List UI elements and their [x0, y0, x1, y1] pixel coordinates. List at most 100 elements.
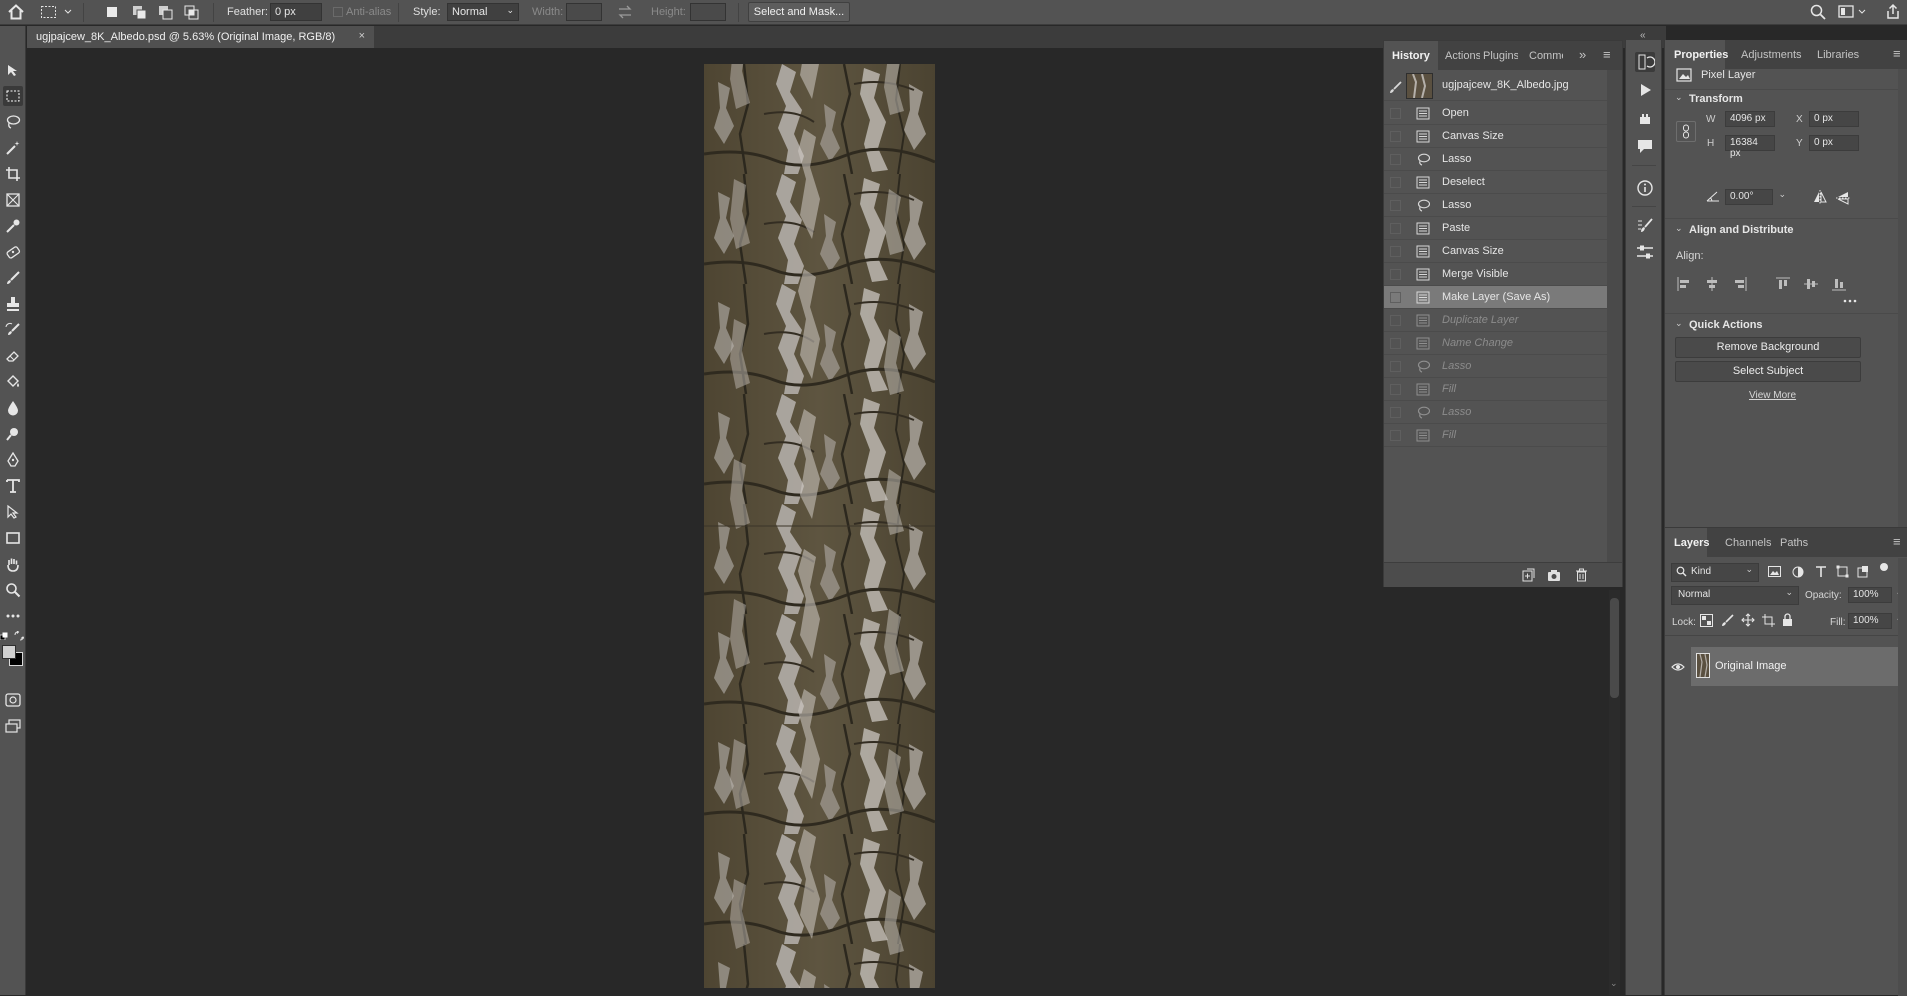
history-step[interactable]: Name Change	[1384, 332, 1608, 355]
workspace-icon[interactable]	[1838, 5, 1868, 19]
chevron-down-icon[interactable]: ⌄	[1675, 318, 1683, 329]
lock-all-icon[interactable]	[1782, 613, 1793, 626]
quick-actions-title[interactable]: Quick Actions	[1689, 319, 1763, 331]
select-and-mask-button[interactable]: Select and Mask...	[748, 2, 850, 22]
remove-background-button[interactable]: Remove Background	[1675, 337, 1861, 358]
flip-horizontal-icon[interactable]	[1812, 190, 1828, 204]
select-subject-button[interactable]: Select Subject	[1675, 361, 1861, 382]
x-field[interactable]: 0 px	[1809, 111, 1859, 127]
fill-field[interactable]: 100% ⌄	[1848, 613, 1903, 629]
type-tool-icon[interactable]	[3, 476, 23, 496]
screen-mode-icon[interactable]	[3, 716, 23, 736]
swap-colors-icon[interactable]	[14, 631, 24, 641]
history-scrollbar[interactable]	[1607, 70, 1622, 585]
search-icon[interactable]	[1810, 4, 1826, 20]
history-source-checkbox[interactable]	[1390, 361, 1401, 372]
align-bottom-edges-icon[interactable]	[1832, 277, 1846, 291]
history-source-checkbox[interactable]	[1390, 154, 1401, 165]
tab-channels[interactable]: Channels	[1725, 537, 1771, 549]
close-tab-icon[interactable]: ×	[359, 30, 365, 42]
history-step[interactable]: Lasso	[1384, 355, 1608, 378]
actions-panel-icon[interactable]	[1635, 80, 1655, 100]
lock-artboard-icon[interactable]	[1762, 614, 1775, 627]
tab-libraries[interactable]: Libraries	[1817, 49, 1859, 61]
document-canvas-image[interactable]	[704, 64, 935, 988]
lock-image-pixels-icon[interactable]	[1721, 614, 1734, 627]
marquee-tool-preset-icon[interactable]	[40, 4, 74, 20]
new-snapshot-icon[interactable]	[1547, 568, 1561, 582]
layer-name[interactable]: Original Image	[1715, 660, 1787, 672]
layers-scrollbar[interactable]	[1898, 558, 1907, 996]
history-source-checkbox[interactable]	[1390, 407, 1401, 418]
plugins-panel-icon[interactable]	[1635, 108, 1655, 128]
hand-tool-icon[interactable]	[3, 554, 23, 574]
tab-history[interactable]: History	[1392, 50, 1436, 62]
history-step[interactable]: Duplicate Layer	[1384, 309, 1608, 332]
tab-layers[interactable]: Layers	[1674, 537, 1709, 549]
eye-icon[interactable]	[1671, 662, 1685, 672]
brush-tool-icon[interactable]	[3, 268, 23, 288]
foreground-color-swatch[interactable]	[2, 645, 16, 659]
clone-stamp-tool-icon[interactable]	[3, 294, 23, 314]
view-more-link[interactable]: View More	[1749, 390, 1796, 401]
dodge-tool-icon[interactable]	[3, 424, 23, 444]
history-step[interactable]: Make Layer (Save As)	[1384, 286, 1608, 309]
intersect-selection-icon[interactable]	[184, 5, 200, 21]
collapse-column-icon[interactable]: «	[1640, 30, 1646, 41]
filter-toggle-icon[interactable]	[1879, 562, 1889, 572]
path-selection-tool-icon[interactable]	[3, 502, 23, 522]
history-source-checkbox[interactable]	[1390, 246, 1401, 257]
align-right-edges-icon[interactable]	[1733, 277, 1747, 291]
new-selection-icon[interactable]	[105, 5, 119, 19]
height-field[interactable]: 16384 px	[1725, 135, 1775, 159]
eyedropper-tool-icon[interactable]	[3, 216, 23, 236]
canvas-area[interactable]	[27, 48, 1327, 995]
history-step[interactable]: Lasso	[1384, 148, 1608, 171]
panel-menu-icon[interactable]: ≡	[1603, 47, 1611, 62]
lock-position-icon[interactable]	[1741, 613, 1755, 627]
filter-shape-icon[interactable]	[1836, 565, 1849, 578]
lock-transparent-pixels-icon[interactable]	[1700, 614, 1713, 627]
history-source-checkbox[interactable]	[1390, 384, 1401, 395]
subtract-from-selection-icon[interactable]	[158, 5, 174, 21]
flip-vertical-icon[interactable]	[1836, 190, 1850, 206]
history-step[interactable]: Canvas Size	[1384, 240, 1608, 263]
history-source-checkbox[interactable]	[1390, 292, 1401, 303]
history-source-checkbox[interactable]	[1390, 200, 1401, 211]
rectangular-marquee-tool-icon[interactable]	[3, 86, 23, 106]
move-tool-icon[interactable]	[3, 60, 23, 80]
transform-section-title[interactable]: Transform	[1689, 93, 1743, 105]
swap-dimensions-icon[interactable]	[617, 5, 633, 19]
zoom-tool-icon[interactable]	[3, 580, 23, 600]
brush-settings-panel-icon[interactable]	[1635, 216, 1655, 236]
more-options-icon[interactable]	[1843, 299, 1857, 303]
comments-panel-icon[interactable]	[1635, 136, 1655, 156]
history-step[interactable]: Canvas Size	[1384, 125, 1608, 148]
history-step[interactable]: Merge Visible	[1384, 263, 1608, 286]
history-source-checkbox[interactable]	[1390, 269, 1401, 280]
link-dimensions-icon[interactable]	[1676, 121, 1696, 142]
align-section-title[interactable]: Align and Distribute	[1689, 224, 1794, 236]
quick-mask-icon[interactable]	[3, 690, 23, 710]
align-top-edges-icon[interactable]	[1776, 277, 1790, 291]
scroll-down-icon[interactable]: ⌄	[1610, 978, 1618, 989]
history-step[interactable]: Fill	[1384, 424, 1608, 447]
filter-smart-object-icon[interactable]	[1857, 565, 1870, 578]
history-step[interactable]: Lasso	[1384, 194, 1608, 217]
properties-scrollbar[interactable]	[1898, 69, 1907, 534]
crop-tool-icon[interactable]	[3, 164, 23, 184]
history-step[interactable]: Deselect	[1384, 171, 1608, 194]
history-source-checkbox[interactable]	[1390, 131, 1401, 142]
filter-pixel-icon[interactable]	[1768, 566, 1781, 578]
history-brush-source-icon[interactable]	[1389, 80, 1403, 94]
info-panel-icon[interactable]	[1635, 178, 1655, 198]
document-tab[interactable]: ugjpajcew_8K_Albedo.psd @ 5.63% (Origina…	[27, 26, 374, 48]
tab-plugins[interactable]: Plugins	[1483, 50, 1518, 62]
panel-menu-icon[interactable]: ≡	[1893, 534, 1901, 549]
home-icon[interactable]	[7, 3, 25, 21]
tab-adjustments[interactable]: Adjustments	[1741, 49, 1802, 61]
delete-state-icon[interactable]	[1575, 568, 1588, 582]
angle-field[interactable]: 0.00° ⌄	[1725, 189, 1786, 205]
healing-brush-tool-icon[interactable]	[3, 242, 23, 262]
tab-properties[interactable]: Properties	[1674, 49, 1728, 61]
